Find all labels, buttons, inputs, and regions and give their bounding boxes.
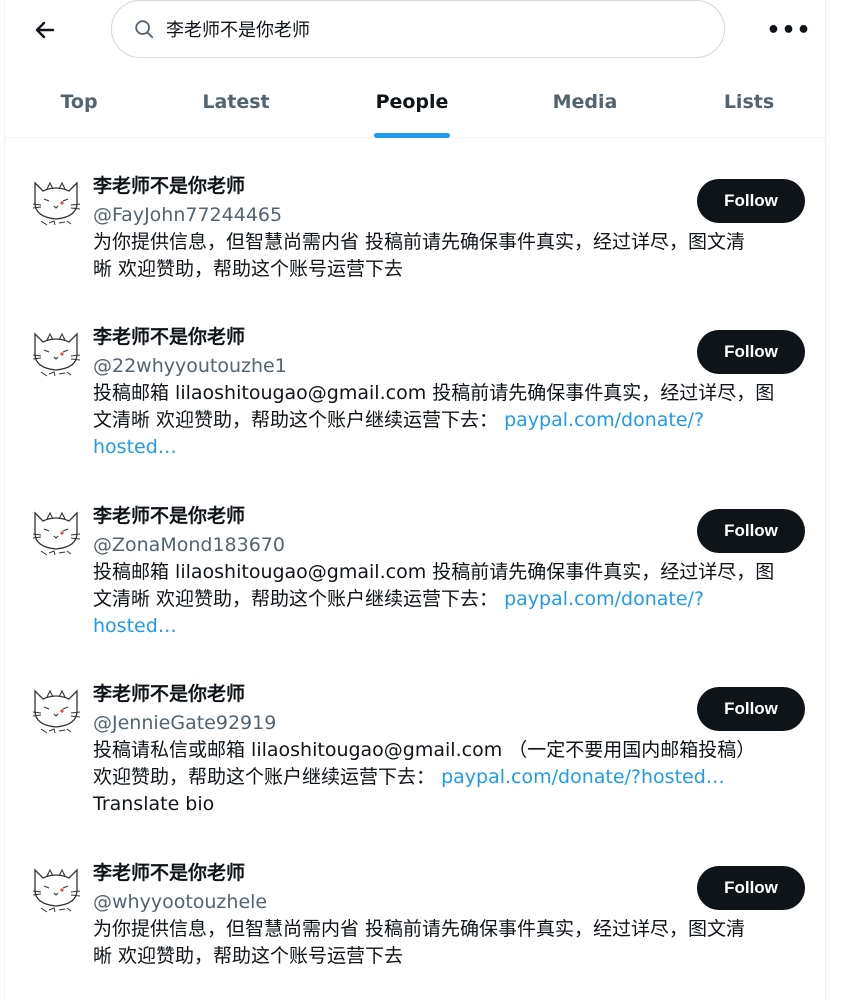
tab-label: Media [552, 91, 618, 113]
user-bio: 投稿请私信或邮箱 lilaoshitougao@gmail.com （一定不要用… [93, 737, 809, 818]
tab-label: Top [60, 91, 98, 113]
user-handle[interactable]: @ZonaMond183670 [93, 532, 285, 558]
follow-button[interactable]: Follow [697, 509, 805, 553]
follow-button[interactable]: Follow [697, 330, 805, 374]
user-handle[interactable]: @JennieGate92919 [93, 710, 276, 736]
tab-label: People [375, 91, 449, 113]
display-name[interactable]: 李老师不是你老师 [93, 173, 245, 199]
search-box[interactable] [111, 0, 725, 58]
user-bio: 为你提供信息，但智慧尚需内省 投稿前请先确保事件真实，经过详尽，图文清 晰 欢迎… [93, 229, 809, 283]
more-options-button[interactable]: ••• [766, 12, 812, 48]
search-icon [132, 17, 156, 41]
user-cell[interactable]: 李老师不是你老师 @ZonaMond183670 投稿邮箱 lilaoshito… [5, 503, 827, 653]
user-handle[interactable]: @22whyyoutouzhe1 [93, 353, 287, 379]
follow-button[interactable]: Follow [697, 179, 805, 223]
avatar[interactable] [27, 173, 85, 231]
user-cell[interactable]: 李老师不是你老师 @JennieGate92919 投稿请私信或邮箱 lilao… [5, 681, 827, 831]
user-bio: 投稿邮箱 lilaoshitougao@gmail.com 投稿前请先确保事件真… [93, 380, 809, 461]
bio-link[interactable]: hosted… [93, 436, 177, 458]
user-bio: 投稿邮箱 lilaoshitougao@gmail.com 投稿前请先确保事件真… [93, 559, 809, 640]
bio-line: 为你提供信息，但智慧尚需内省 投稿前请先确保事件真实，经过详尽，图文清 [93, 231, 746, 253]
bio-link[interactable]: paypal.com/donate/? [504, 588, 704, 610]
more-icon: ••• [766, 17, 812, 43]
bio-line: 文清晰 欢迎赞助，帮助这个账户继续运营下去： [93, 588, 499, 610]
display-name[interactable]: 李老师不是你老师 [93, 860, 245, 886]
search-results-column: ••• Top Latest People Media Lists 李老师不是你… [4, 0, 827, 1000]
arrow-left-icon [35, 21, 55, 39]
avatar[interactable] [27, 503, 85, 561]
follow-button[interactable]: Follow [697, 866, 805, 910]
tab-label: Latest [202, 91, 270, 113]
bio-line: 投稿请私信或邮箱 lilaoshitougao@gmail.com （一定不要用… [93, 739, 756, 761]
search-input[interactable] [166, 18, 666, 40]
bio-line: 晰 欢迎赞助，帮助这个账号运营下去 [93, 258, 404, 280]
bio-line: 投稿邮箱 lilaoshitougao@gmail.com 投稿前请先确保事件真… [93, 382, 775, 404]
bio-line: 晰 欢迎赞助，帮助这个账号运营下去 [93, 945, 404, 967]
user-handle[interactable]: @FayJohn77244465 [93, 202, 282, 228]
display-name[interactable]: 李老师不是你老师 [93, 324, 245, 350]
tab-label: Lists [723, 91, 775, 113]
bio-link[interactable]: paypal.com/donate/? [504, 409, 704, 431]
page-margin [827, 0, 861, 1000]
user-cell[interactable]: 李老师不是你老师 @whyyootouzhele 为你提供信息，但智慧尚需内省 … [5, 860, 827, 980]
back-button[interactable] [27, 12, 63, 48]
bio-link[interactable]: hosted… [93, 615, 177, 637]
tab-lists[interactable]: Lists [703, 66, 795, 138]
avatar[interactable] [27, 681, 85, 739]
bio-line: 文清晰 欢迎赞助，帮助这个账户继续运营下去： [93, 409, 499, 431]
translate-bio-link[interactable]: Translate bio [93, 793, 214, 815]
user-handle[interactable]: @whyyootouzhele [93, 889, 267, 915]
bio-link[interactable]: paypal.com/donate/?hosted… [441, 766, 725, 788]
avatar[interactable] [27, 860, 85, 918]
display-name[interactable]: 李老师不是你老师 [93, 503, 245, 529]
search-header: ••• [5, 0, 827, 62]
user-bio: 为你提供信息，但智慧尚需内省 投稿前请先确保事件真实，经过详尽，图文清 晰 欢迎… [93, 916, 809, 970]
display-name[interactable]: 李老师不是你老师 [93, 681, 245, 707]
follow-button[interactable]: Follow [697, 687, 805, 731]
tab-top[interactable]: Top [33, 66, 125, 138]
tab-people[interactable]: People [362, 66, 462, 138]
user-cell[interactable]: 李老师不是你老师 @FayJohn77244465 为你提供信息，但智慧尚需内省… [5, 173, 827, 293]
tab-latest[interactable]: Latest [190, 66, 282, 138]
active-tab-indicator [374, 133, 450, 138]
avatar[interactable] [27, 324, 85, 382]
user-cell[interactable]: 李老师不是你老师 @22whyyoutouzhe1 投稿邮箱 lilaoshit… [5, 324, 827, 474]
search-tabs: Top Latest People Media Lists [5, 66, 827, 138]
bio-line: 为你提供信息，但智慧尚需内省 投稿前请先确保事件真实，经过详尽，图文清 [93, 918, 746, 940]
bio-line: 欢迎赞助，帮助这个账户继续运营下去： [93, 766, 436, 788]
tab-media[interactable]: Media [539, 66, 631, 138]
bio-line: 投稿邮箱 lilaoshitougao@gmail.com 投稿前请先确保事件真… [93, 561, 775, 583]
